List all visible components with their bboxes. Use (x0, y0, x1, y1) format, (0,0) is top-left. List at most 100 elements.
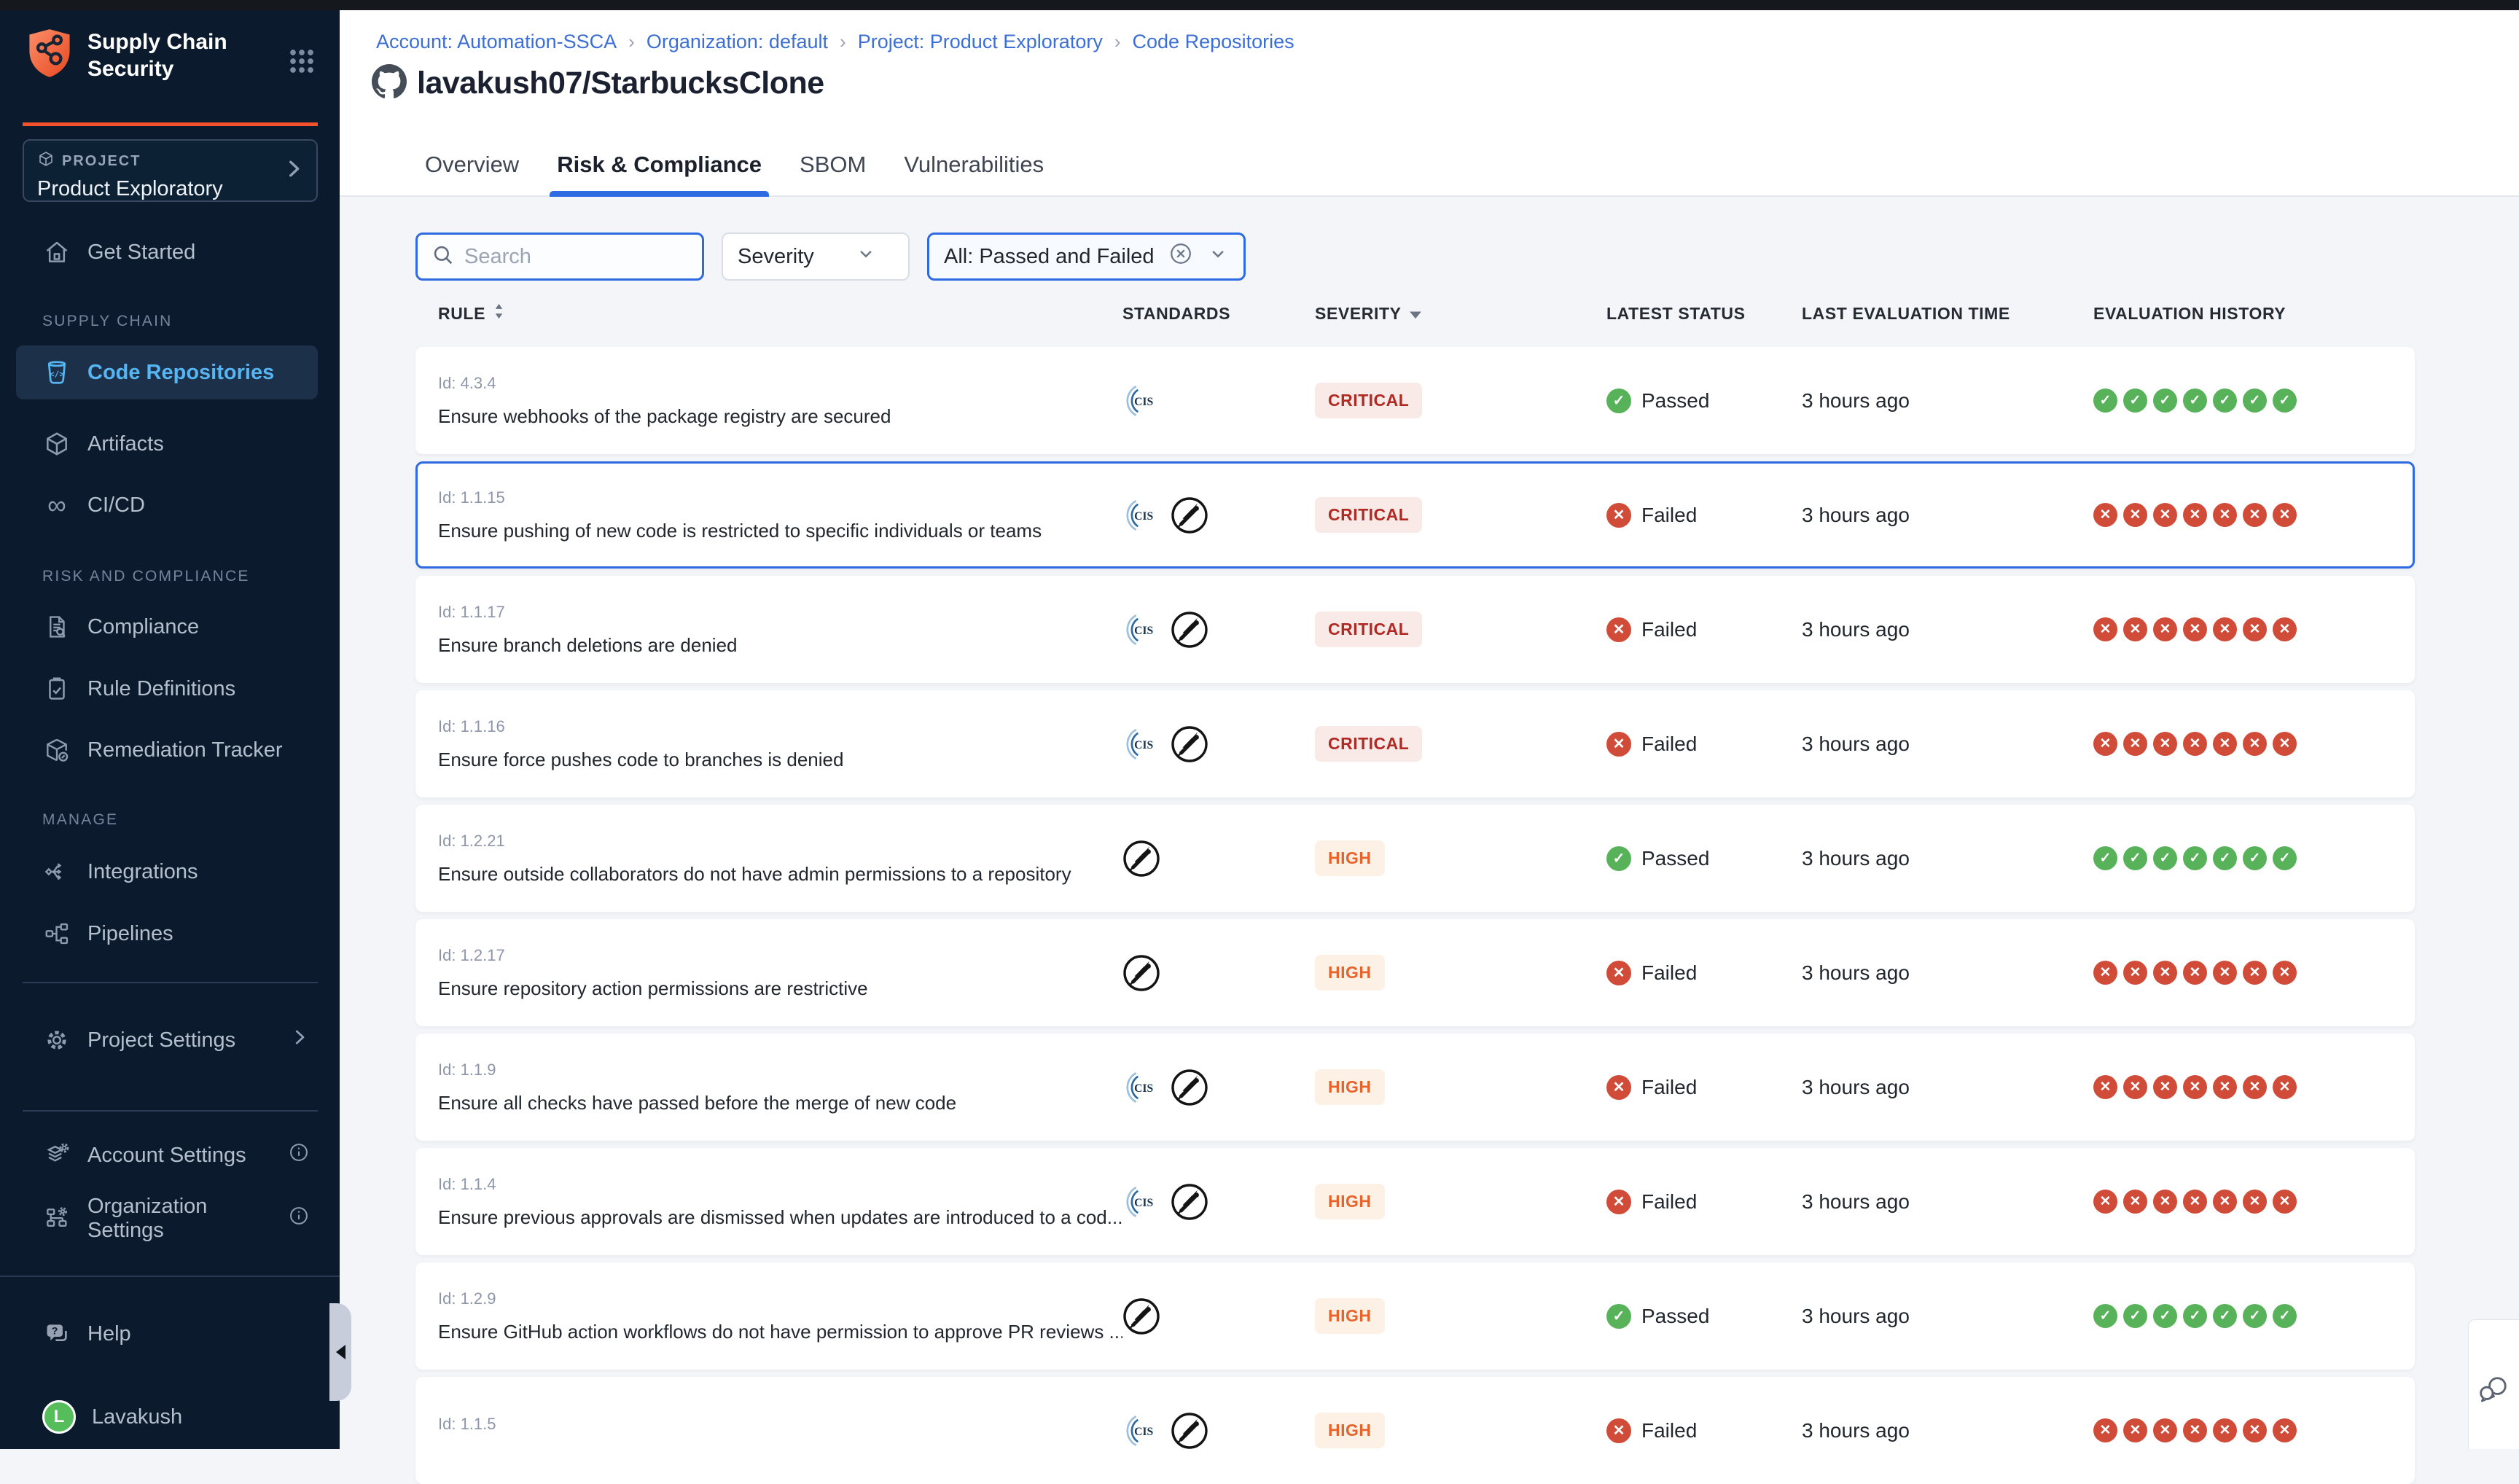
sidebar-item-help[interactable]: ? Help (16, 1311, 318, 1357)
owasp-standard-icon (1122, 1297, 1160, 1335)
history-failed-icon: ✕ (2123, 732, 2147, 756)
evaluation-history: ✕✕✕✕✕✕✕ (2093, 503, 2413, 527)
rule-id: Id: 1.1.4 (438, 1175, 1122, 1194)
status-icon: ✕ (1606, 1075, 1631, 1100)
user-name: Lavakush (92, 1405, 182, 1429)
tab-sbom[interactable]: SBOM (798, 152, 867, 197)
status-icon: ✕ (1606, 1418, 1631, 1443)
table-row[interactable]: Id: 4.3.4 Ensure webhooks of the package… (415, 347, 2415, 454)
sidebar-item-label: CI/CD (87, 493, 145, 518)
severity-badge: HIGH (1315, 840, 1385, 876)
history-passed-icon: ✓ (2183, 846, 2207, 870)
tab-risk-compliance[interactable]: Risk & Compliance (555, 152, 763, 197)
sidebar-divider (23, 982, 318, 983)
status-cell: ✕ Failed (1606, 961, 1802, 985)
rule-cell: Id: 1.1.5 (418, 1415, 1122, 1446)
chat-bubbles-icon[interactable] (2475, 1371, 2512, 1413)
github-icon (372, 64, 407, 103)
table-row[interactable]: Id: 1.2.9 Ensure GitHub action workflows… (415, 1262, 2415, 1370)
sidebar-item-code-repositories[interactable]: </> Code Repositories (16, 345, 318, 399)
table-row[interactable]: Id: 1.1.16 Ensure force pushes code to b… (415, 690, 2415, 797)
clipboard-check-icon (42, 674, 71, 703)
column-header-rule[interactable]: RULE (415, 302, 1122, 324)
sidebar-item-compliance[interactable]: Compliance (16, 604, 318, 650)
sidebar-item-pipelines[interactable]: Pipelines (16, 910, 318, 957)
column-header-severity[interactable]: SEVERITY (1315, 304, 1606, 324)
svg-text:?: ? (52, 1325, 58, 1337)
status-icon: ✕ (1606, 732, 1631, 757)
history-failed-icon: ✕ (2213, 1075, 2237, 1099)
breadcrumb: Account: Automation-SSCA › Organization:… (376, 31, 1294, 53)
clear-filter-icon[interactable] (1168, 241, 1194, 273)
status-label: Failed (1641, 733, 1697, 756)
rule-cell: Id: 4.3.4 Ensure webhooks of the package… (418, 374, 1122, 428)
sidebar-item-label: Account Settings (87, 1144, 246, 1168)
history-failed-icon: ✕ (2123, 1418, 2147, 1442)
history-failed-icon: ✕ (2273, 732, 2297, 756)
search-input[interactable] (464, 245, 689, 269)
user-menu[interactable]: L Lavakush (16, 1394, 318, 1440)
breadcrumb-project-link[interactable]: Project: Product Exploratory (858, 31, 1103, 53)
svg-text:CIS: CIS (1134, 1197, 1153, 1209)
eval-time: 3 hours ago (1802, 961, 2093, 985)
severity-badge: CRITICAL (1315, 497, 1422, 533)
sidebar-item-cicd[interactable]: ∞ CI/CD (16, 482, 318, 528)
standards-cell: CIS (1122, 1069, 1315, 1106)
status-filter-dropdown[interactable]: All: Passed and Failed (927, 233, 1246, 281)
window-top-strip (0, 0, 2519, 10)
cis-standard-icon: CIS (1122, 382, 1160, 420)
sidebar-item-integrations[interactable]: Integrations (16, 848, 318, 895)
table-row[interactable]: Id: 1.1.4 Ensure previous approvals are … (415, 1148, 2415, 1255)
sidebar-item-organization-settings[interactable]: Organization Settings (16, 1195, 318, 1242)
breadcrumb-code-repositories-link[interactable]: Code Repositories (1133, 31, 1294, 53)
table-row[interactable]: Id: 1.1.15 Ensure pushing of new code is… (415, 461, 2415, 569)
history-failed-icon: ✕ (2243, 1075, 2267, 1099)
rule-cell: Id: 1.1.4 Ensure previous approvals are … (418, 1175, 1122, 1229)
table-row[interactable]: Id: 1.1.9 Ensure all checks have passed … (415, 1034, 2415, 1141)
table-row[interactable]: Id: 1.1.17 Ensure branch deletions are d… (415, 576, 2415, 683)
standards-cell: CIS (1122, 1183, 1315, 1221)
rule-id: Id: 1.2.9 (438, 1289, 1122, 1308)
page-title: lavakush07/StarbucksClone (417, 66, 824, 101)
evaluation-history: ✓✓✓✓✓✓✓ (2093, 1304, 2413, 1328)
tab-overview[interactable]: Overview (423, 152, 520, 197)
history-failed-icon: ✕ (2153, 1418, 2177, 1442)
sidebar-item-artifacts[interactable]: Artifacts (16, 421, 318, 467)
layers-gear-icon (42, 1141, 71, 1170)
app-switcher-grid-icon[interactable] (289, 48, 315, 78)
history-failed-icon: ✕ (2213, 732, 2237, 756)
sidebar-item-remediation-tracker[interactable]: Remediation Tracker (16, 727, 318, 773)
sidebar-item-account-settings[interactable]: Account Settings (16, 1132, 318, 1179)
table-row[interactable]: Id: 1.2.17 Ensure repository action perm… (415, 919, 2415, 1026)
breadcrumb-organization-link[interactable]: Organization: default (647, 31, 828, 53)
table-row[interactable]: Id: 1.2.21 Ensure outside collaborators … (415, 805, 2415, 912)
history-failed-icon: ✕ (2123, 503, 2147, 527)
sidebar-item-label: Organization Settings (87, 1195, 271, 1243)
tab-vulnerabilities[interactable]: Vulnerabilities (902, 152, 1045, 197)
project-selector[interactable]: PROJECT Product Exploratory (23, 139, 318, 202)
status-cell: ✕ Failed (1606, 1190, 1802, 1214)
svg-text:</>: </> (50, 370, 64, 379)
history-failed-icon: ✕ (2123, 1075, 2147, 1099)
owasp-standard-icon (1171, 611, 1208, 649)
history-passed-icon: ✓ (2123, 1304, 2147, 1328)
rule-title: Ensure pushing of new code is restricted… (438, 520, 1122, 542)
sidebar-section-manage: MANAGE (42, 811, 118, 829)
severity-badge: HIGH (1315, 955, 1385, 991)
table-row[interactable]: Id: 1.1.5 CIS HIGH ✕ Failed 3 hours ago … (415, 1377, 2415, 1484)
sidebar-item-project-settings[interactable]: Project Settings (16, 1017, 318, 1063)
sidebar-item-get-started[interactable]: Get Started (16, 229, 318, 276)
evaluation-history: ✕✕✕✕✕✕✕ (2093, 1418, 2413, 1442)
evaluation-history: ✓✓✓✓✓✓✓ (2093, 388, 2413, 413)
breadcrumb-account-link[interactable]: Account: Automation-SSCA (376, 31, 617, 53)
svg-text:CIS: CIS (1134, 739, 1153, 751)
history-failed-icon: ✕ (2123, 961, 2147, 985)
sidebar-item-label: Get Started (87, 241, 195, 265)
sidebar-item-rule-definitions[interactable]: Rule Definitions (16, 665, 318, 712)
sidebar-collapse-handle[interactable] (329, 1303, 351, 1401)
history-passed-icon: ✓ (2273, 388, 2297, 413)
status-filter-label: All: Passed and Failed (944, 245, 1155, 269)
standards-cell: CIS (1122, 496, 1315, 534)
search-box (415, 233, 704, 281)
severity-filter-dropdown[interactable]: Severity (722, 233, 910, 281)
